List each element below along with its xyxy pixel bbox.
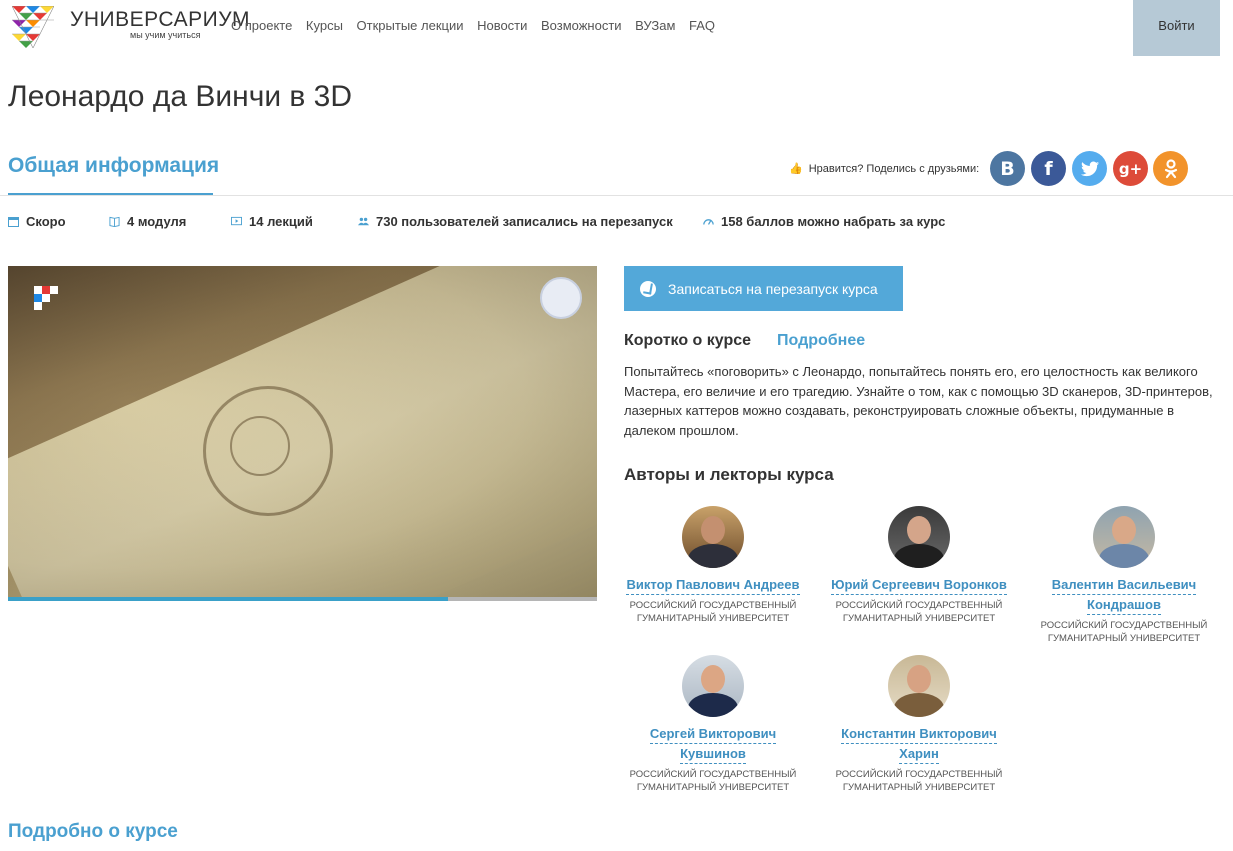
course-video[interactable] bbox=[8, 266, 597, 598]
authors-title: Авторы и лекторы курса bbox=[624, 465, 834, 484]
facebook-glyph: f bbox=[1044, 157, 1053, 180]
author-card: Виктор Павлович Андреев РОССИЙСКИЙ ГОСУД… bbox=[623, 506, 803, 625]
enroll-button-label: Записаться на перезапуск курса bbox=[668, 280, 878, 297]
stat-lectures: 14 лекций bbox=[231, 214, 313, 229]
tab-general-info[interactable]: Общая информация bbox=[8, 154, 219, 178]
stat-lectures-text: 14 лекций bbox=[249, 214, 313, 229]
author-name-line2[interactable]: Кувшинов bbox=[680, 744, 746, 764]
video-frame-shade bbox=[8, 266, 597, 598]
author-organization: РОССИЙСКИЙ ГОСУДАРСТВЕННЫЙ ГУМАНИТАРНЫЙ … bbox=[1040, 620, 1208, 644]
video-progress-fill bbox=[8, 597, 448, 601]
author-organization: РОССИЙСКИЙ ГОСУДАРСТВЕННЫЙ ГУМАНИТАРНЫЙ … bbox=[835, 600, 1003, 624]
author-organization: РОССИЙСКИЙ ГОСУДАРСТВЕННЫЙ ГУМАНИТАРНЫЙ … bbox=[629, 769, 797, 793]
author-card: Валентин Васильевич Кондрашов РОССИЙСКИЙ… bbox=[1034, 506, 1214, 645]
tab-detail-about[interactable]: Подробнее bbox=[777, 332, 865, 350]
section-divider bbox=[0, 195, 1233, 196]
nav-item-faq[interactable]: FAQ bbox=[689, 18, 715, 33]
google-plus-glyph: g+ bbox=[1118, 159, 1143, 178]
twitter-bird-icon bbox=[1080, 161, 1099, 176]
share-label: 👍 Нравится? Поделись с друзьями: bbox=[789, 162, 980, 176]
nav-item-courses[interactable]: Курсы bbox=[306, 18, 343, 33]
stat-points-text: 158 баллов можно набрать за курс bbox=[721, 214, 946, 229]
author-name[interactable]: Юрий Сергеевич Воронков bbox=[831, 575, 1007, 595]
author-avatar[interactable] bbox=[888, 506, 950, 568]
nav-item-universities[interactable]: ВУЗам bbox=[635, 18, 675, 33]
author-name-line2[interactable]: Кондрашов bbox=[1087, 595, 1161, 615]
enroll-button[interactable]: Записаться на перезапуск курса bbox=[624, 266, 903, 311]
page-title: Леонардо да Винчи в 3D bbox=[8, 80, 353, 113]
stat-modules: 4 модуля bbox=[109, 214, 186, 229]
video-lecture-icon bbox=[231, 216, 242, 226]
gauge-icon bbox=[703, 219, 714, 225]
author-organization: РОССИЙСКИЙ ГОСУДАРСТВЕННЫЙ ГУМАНИТАРНЫЙ … bbox=[835, 769, 1003, 793]
stat-start: Скоро bbox=[8, 214, 66, 229]
tab-short-about[interactable]: Коротко о курсе bbox=[624, 332, 751, 350]
vk-icon[interactable]: B bbox=[990, 151, 1025, 186]
author-card: Сергей Викторович Кувшинов РОССИЙСКИЙ ГО… bbox=[623, 655, 803, 794]
stat-points: 158 баллов можно набрать за курс bbox=[703, 214, 945, 229]
author-organization: РОССИЙСКИЙ ГОСУДАРСТВЕННЫЙ ГУМАНИТАРНЫЙ … bbox=[629, 600, 797, 624]
book-icon bbox=[109, 216, 120, 227]
author-name[interactable]: Константин Викторович bbox=[841, 724, 997, 744]
google-plus-icon[interactable]: g+ bbox=[1113, 151, 1148, 186]
twitter-icon[interactable] bbox=[1072, 151, 1107, 186]
author-card: Юрий Сергеевич Воронков РОССИЙСКИЙ ГОСУД… bbox=[829, 506, 1009, 625]
login-button[interactable]: Войти bbox=[1133, 0, 1220, 56]
course-description: Попытайтесь «поговорить» с Леонардо, поп… bbox=[624, 364, 1213, 438]
section-title-detailed: Подробно о курсе bbox=[8, 821, 178, 842]
odnoklassniki-icon[interactable] bbox=[1153, 151, 1188, 186]
odnoklassniki-figure-icon bbox=[1164, 158, 1177, 178]
author-name[interactable]: Сергей Викторович bbox=[649, 724, 777, 744]
main-nav: О проекте Курсы Открытые лекции Новости … bbox=[231, 18, 729, 33]
author-name[interactable]: Виктор Павлович Андреев bbox=[626, 575, 800, 595]
stat-start-text: Скоро bbox=[26, 214, 66, 229]
logo-mark-icon bbox=[12, 6, 54, 48]
nav-item-news[interactable]: Новости bbox=[477, 18, 527, 33]
thumbs-up-icon: 👍 bbox=[789, 163, 803, 175]
vk-glyph: B bbox=[1000, 157, 1015, 180]
enroll-check-icon bbox=[640, 280, 656, 297]
universarium-watermark-icon bbox=[34, 286, 58, 310]
site-header: УНИВЕРСАРИУМ мы учим учиться О проекте К… bbox=[0, 0, 1233, 56]
author-avatar[interactable] bbox=[682, 655, 744, 717]
stat-modules-text: 4 модуля bbox=[127, 214, 187, 229]
video-progress-bar[interactable] bbox=[8, 597, 597, 601]
author-name-line2[interactable]: Харин bbox=[899, 744, 939, 764]
nav-item-about[interactable]: О проекте bbox=[231, 18, 292, 33]
university-seal-icon bbox=[540, 277, 582, 319]
nav-item-open-lectures[interactable]: Открытые лекции bbox=[357, 18, 464, 33]
stat-users-text: 730 пользователей записались на перезапу… bbox=[376, 214, 673, 229]
author-avatar[interactable] bbox=[1093, 506, 1155, 568]
author-name[interactable]: Валентин Васильевич bbox=[1051, 575, 1197, 595]
users-icon bbox=[358, 217, 369, 226]
course-stats: Скоро 4 модуля 14 лекций 730 пользовател… bbox=[0, 214, 1233, 234]
share-label-text: Нравится? Поделись с друзьями: bbox=[808, 162, 980, 175]
nav-item-features[interactable]: Возможности bbox=[541, 18, 622, 33]
logo-name: УНИВЕРСАРИУМ bbox=[70, 8, 251, 31]
author-avatar[interactable] bbox=[888, 655, 950, 717]
stat-users: 730 пользователей записались на перезапу… bbox=[358, 214, 673, 229]
calendar-icon bbox=[8, 217, 19, 227]
author-card: Константин Викторович Харин РОССИЙСКИЙ Г… bbox=[829, 655, 1009, 794]
facebook-icon[interactable]: f bbox=[1031, 151, 1066, 186]
site-logo[interactable]: УНИВЕРСАРИУМ мы учим учиться bbox=[12, 6, 250, 48]
logo-tagline: мы учим учиться bbox=[130, 30, 201, 40]
author-avatar[interactable] bbox=[682, 506, 744, 568]
